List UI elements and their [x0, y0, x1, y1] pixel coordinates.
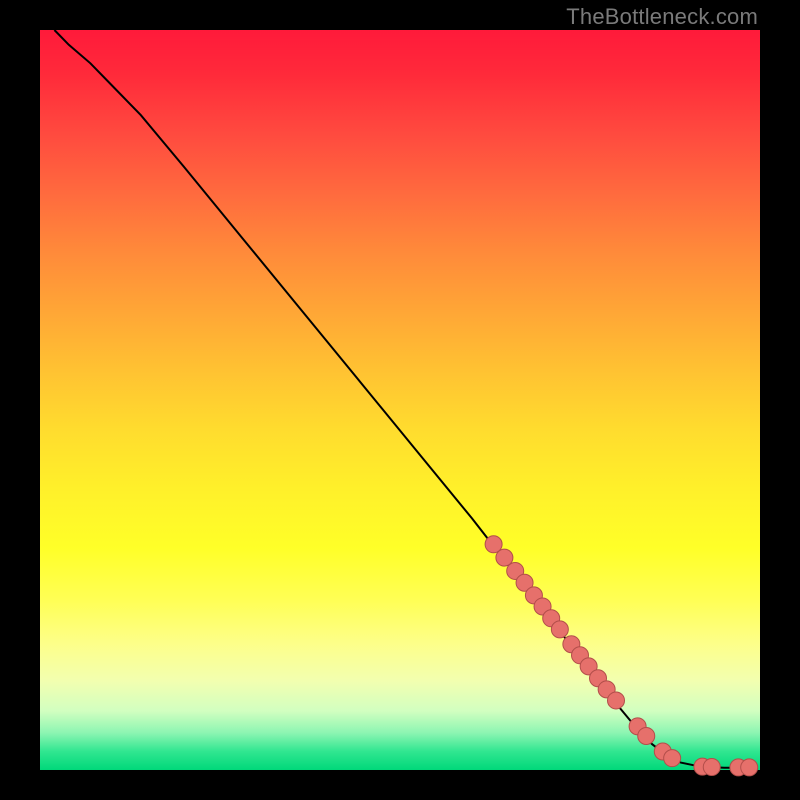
data-point [638, 727, 655, 744]
plot-area [40, 30, 760, 770]
curve-line [54, 30, 752, 768]
data-point [551, 621, 568, 638]
attribution-text: TheBottleneck.com [566, 4, 758, 30]
data-markers [485, 536, 758, 776]
chart-frame: TheBottleneck.com [0, 0, 800, 800]
data-point [741, 759, 758, 776]
chart-overlay [40, 30, 760, 770]
data-point [608, 692, 625, 709]
data-point [703, 759, 720, 776]
data-point [664, 750, 681, 767]
